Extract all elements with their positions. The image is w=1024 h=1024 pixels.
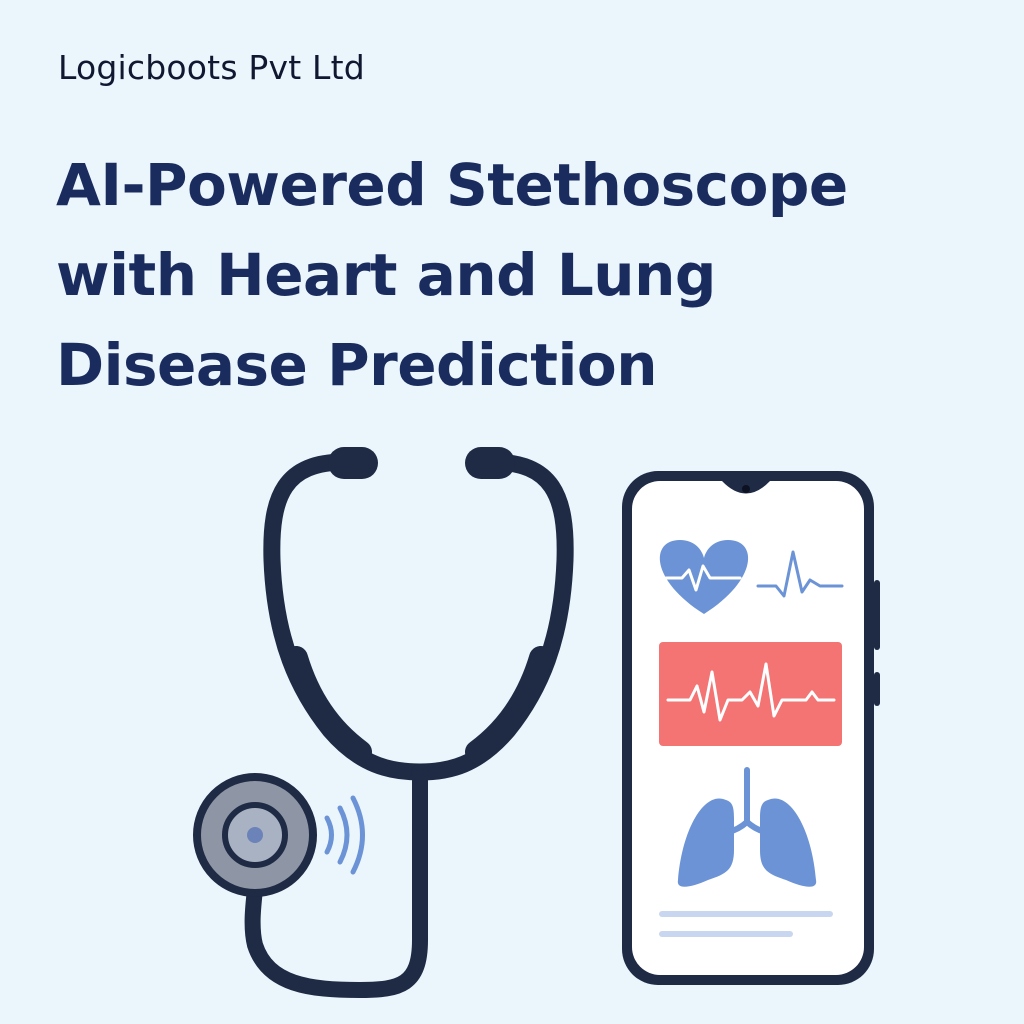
illustration [193, 447, 880, 999]
stethoscope-icon [193, 447, 574, 999]
sound-wave-icon [324, 795, 365, 875]
ecg-icon [659, 642, 842, 746]
